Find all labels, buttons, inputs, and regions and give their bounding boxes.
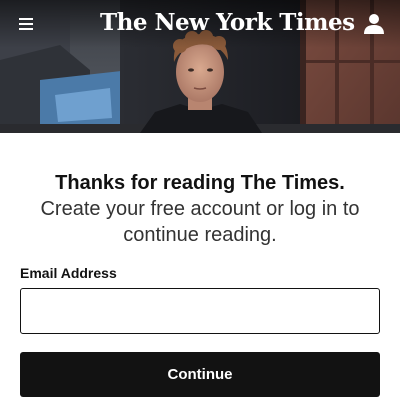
page: The New York Times Thanks for reading Th… xyxy=(0,0,400,400)
masthead-logo[interactable]: The New York Times xyxy=(100,6,355,40)
hamburger-menu-icon[interactable] xyxy=(17,14,37,34)
top-bar: The New York Times xyxy=(0,0,400,48)
email-input[interactable] xyxy=(20,288,380,334)
hero-image: The New York Times xyxy=(0,0,400,133)
continue-button[interactable]: Continue xyxy=(20,352,380,397)
headline: Thanks for reading The Times. xyxy=(55,172,345,194)
registration-panel: Thanks for reading The Times. Create you… xyxy=(0,133,400,400)
subheadline: Create your free account or log in to co… xyxy=(40,198,360,246)
email-label: Email Address xyxy=(20,265,117,281)
user-account-icon[interactable] xyxy=(362,12,386,36)
